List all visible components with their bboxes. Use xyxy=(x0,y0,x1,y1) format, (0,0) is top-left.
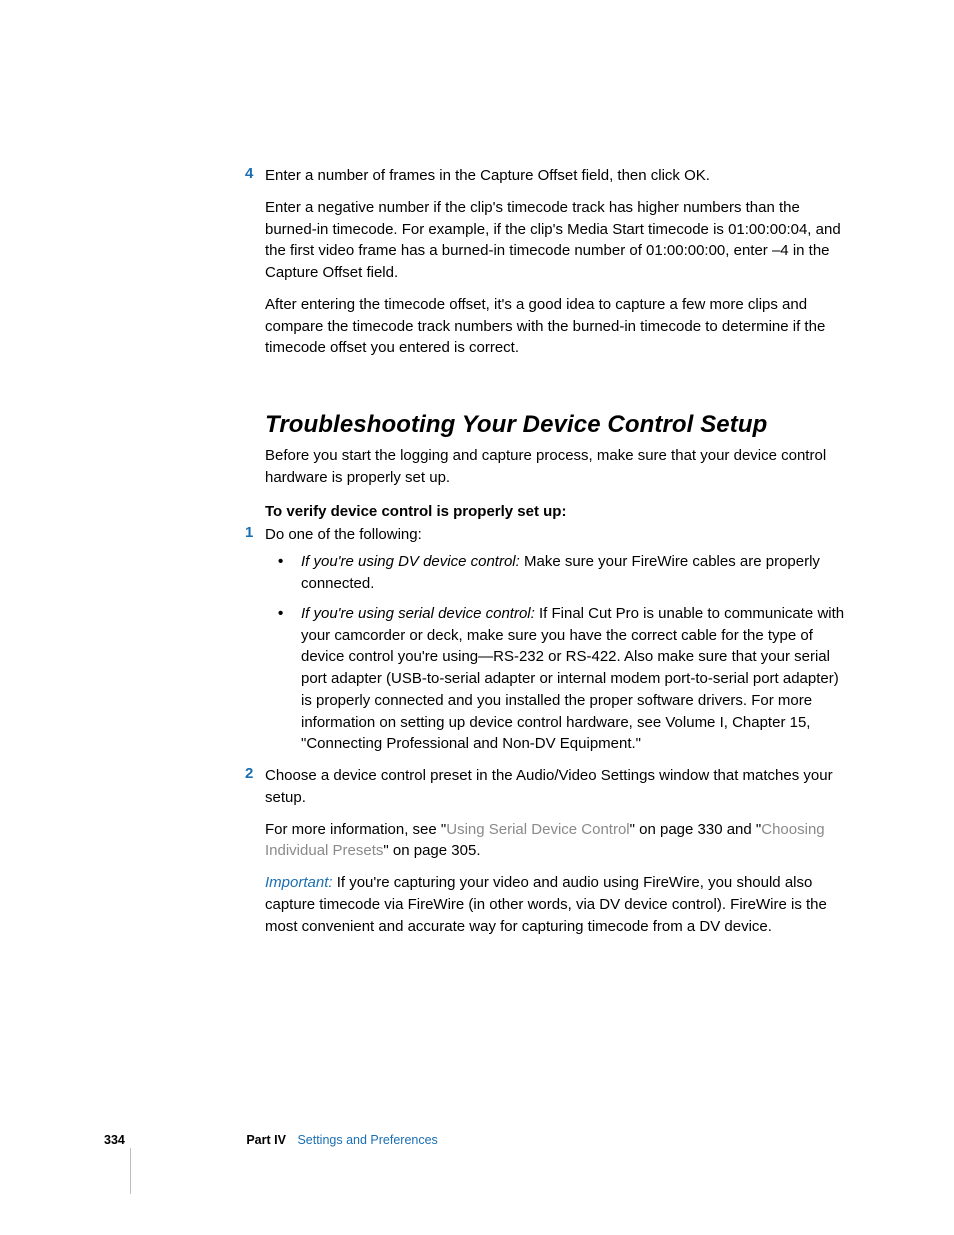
more-b: " on page 330 and " xyxy=(630,821,762,838)
bullet-serial-lead: If you're using serial device control: xyxy=(301,605,539,622)
step-4-p2: After entering the timecode offset, it's… xyxy=(265,294,845,359)
section-heading: Troubleshooting Your Device Control Setu… xyxy=(265,411,845,439)
bullet-dv-lead: If you're using DV device control: xyxy=(301,553,524,570)
page-content: 4 Enter a number of frames in the Captur… xyxy=(265,165,845,947)
part-title: Settings and Preferences xyxy=(297,1133,437,1147)
footer-rule xyxy=(130,1148,131,1194)
step-1: 1 Do one of the following: If you're usi… xyxy=(265,524,845,756)
more-a: For more information, see " xyxy=(265,821,446,838)
link-serial-device-control[interactable]: Using Serial Device Control xyxy=(446,821,629,838)
page-number: 334 xyxy=(104,1133,125,1147)
step-2: 2 Choose a device control preset in the … xyxy=(265,765,845,862)
step-4-lead: Enter a number of frames in the Capture … xyxy=(265,165,845,187)
step-1-text: Do one of the following: xyxy=(265,524,845,546)
verify-lead: To verify device control is properly set… xyxy=(265,503,845,520)
more-c: " on page 305. xyxy=(383,842,480,859)
step-2-text: Choose a device control preset in the Au… xyxy=(265,765,845,809)
part-label: Part IV xyxy=(246,1133,286,1147)
section-intro: Before you start the logging and capture… xyxy=(265,445,845,489)
step-number: 2 xyxy=(245,765,253,782)
bullet-dv: If you're using DV device control: Make … xyxy=(287,551,845,595)
step-4: 4 Enter a number of frames in the Captur… xyxy=(265,165,845,359)
step-1-bullets: If you're using DV device control: Make … xyxy=(287,551,845,755)
important-text: If you're capturing your video and audio… xyxy=(265,874,827,935)
step-2-moreinfo: For more information, see "Using Serial … xyxy=(265,819,845,863)
important-label: Important: xyxy=(265,874,337,891)
bullet-serial: If you're using serial device control: I… xyxy=(287,603,845,755)
step-number: 1 xyxy=(245,524,253,541)
important-note: Important: If you're capturing your vide… xyxy=(265,872,845,937)
step-number: 4 xyxy=(245,165,253,182)
bullet-serial-rest: If Final Cut Pro is unable to communicat… xyxy=(301,605,844,753)
step-4-p1: Enter a negative number if the clip's ti… xyxy=(265,197,845,284)
page-footer: 334 Part IV Settings and Preferences xyxy=(104,1133,438,1147)
